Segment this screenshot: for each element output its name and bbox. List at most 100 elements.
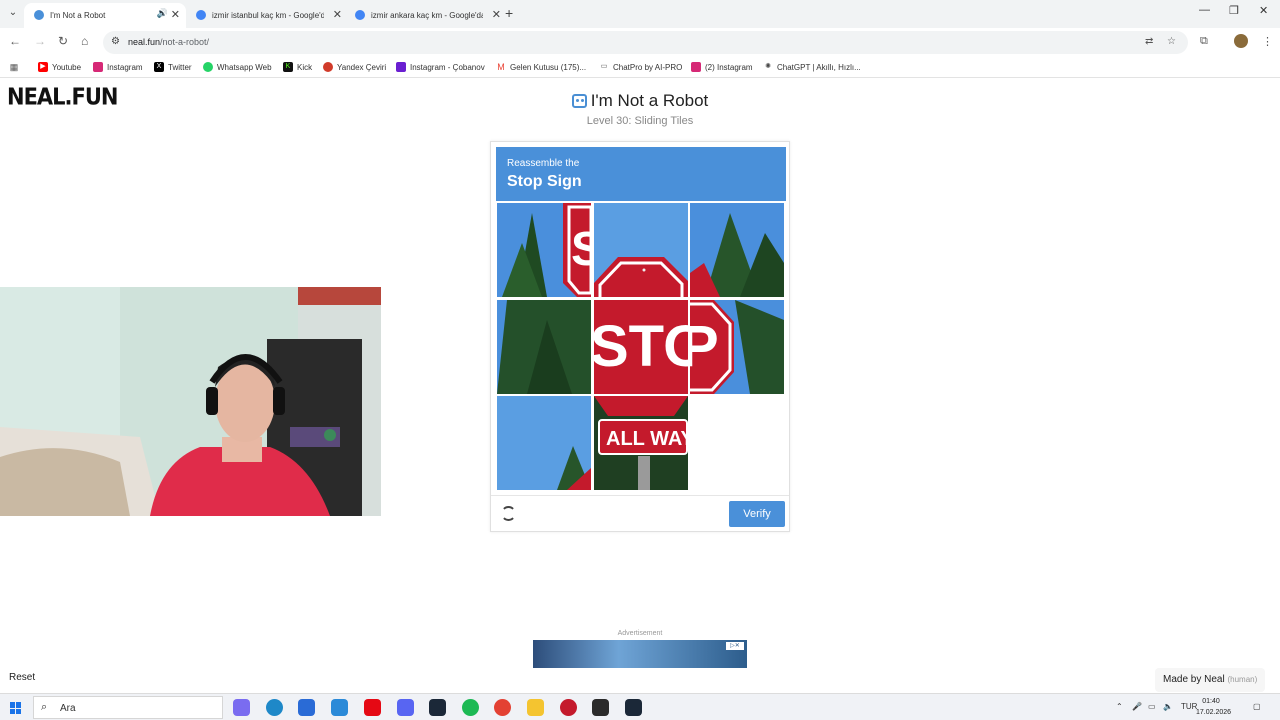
kick-icon: K bbox=[283, 62, 293, 72]
tile-6[interactable]: P bbox=[690, 300, 784, 394]
tile-1[interactable]: S bbox=[497, 203, 591, 297]
network-icon[interactable]: ▭ bbox=[1148, 702, 1156, 711]
bookmark-instagram-2[interactable]: (2) Instagram bbox=[691, 62, 753, 72]
svg-text:S: S bbox=[571, 223, 591, 276]
sliding-tile-grid: S STO P ALL WAY bbox=[497, 203, 785, 491]
bookmark-whatsapp[interactable]: Whatsapp Web bbox=[203, 62, 272, 72]
close-icon[interactable]: ✕ bbox=[171, 8, 180, 21]
tile-2[interactable] bbox=[594, 203, 688, 297]
webcam-image bbox=[0, 287, 381, 516]
copilot-icon[interactable] bbox=[233, 699, 250, 716]
bookmark-icon bbox=[396, 62, 406, 72]
system-clock[interactable]: 01:40 17.02.2026 bbox=[1196, 696, 1231, 718]
bookmark-twitter[interactable]: X Twitter bbox=[154, 62, 192, 72]
taskbar-search-input[interactable]: ⌕ Ara bbox=[33, 696, 223, 719]
stop-text-part: STO bbox=[594, 314, 688, 379]
tab-title: I'm Not a Robot bbox=[50, 11, 106, 20]
google-icon bbox=[355, 10, 365, 20]
advertisement-label: Advertisement bbox=[617, 630, 663, 637]
browser-toolbar: ← → ↻ ⌂ ⚙ neal.fun/not-a-robot/ ⇄ ☆ ⧉ ⋮ bbox=[0, 28, 1280, 56]
back-arrow-icon[interactable]: ← bbox=[9, 34, 21, 48]
file-explorer-icon[interactable] bbox=[527, 699, 544, 716]
windows-start-icon[interactable] bbox=[10, 702, 22, 714]
tray-chevron-icon[interactable]: ⌃ bbox=[1116, 702, 1123, 711]
refresh-icon[interactable] bbox=[501, 506, 516, 521]
address-bar[interactable]: ⚙ neal.fun/not-a-robot/ ⇄ ☆ bbox=[103, 31, 1188, 54]
captcha-target: Stop Sign bbox=[507, 173, 582, 190]
level-subtitle: Level 30: Sliding Tiles bbox=[586, 115, 694, 127]
close-icon[interactable]: ✕ bbox=[333, 8, 342, 21]
close-icon[interactable]: ✕ bbox=[492, 8, 501, 21]
captcha-widget: Reassemble the Stop Sign S STO P ALL WAY… bbox=[490, 141, 790, 532]
bookmark-yandex[interactable]: Yandex Çeviri bbox=[323, 62, 386, 72]
tile-5[interactable]: STO bbox=[594, 300, 688, 394]
steam-icon[interactable] bbox=[429, 699, 446, 716]
tab-search-icon[interactable]: ⌄ bbox=[6, 6, 20, 20]
captcha-instruction: Reassemble the bbox=[507, 158, 580, 169]
volume-icon[interactable]: 🔈 bbox=[1163, 702, 1173, 711]
restore-icon[interactable]: ❐ bbox=[1229, 4, 1239, 17]
notification-icon[interactable]: ▢ bbox=[1253, 702, 1261, 711]
reload-icon[interactable]: ↻ bbox=[58, 34, 68, 48]
netflix-icon[interactable] bbox=[364, 699, 381, 716]
bookmark-youtube[interactable]: ▶ Youtube bbox=[38, 62, 81, 72]
bookmark-gmail[interactable]: M Gelen Kutusu (175)... bbox=[496, 62, 586, 72]
reset-button[interactable]: Reset bbox=[9, 672, 35, 683]
apps-grid-icon[interactable]: ▦ bbox=[9, 62, 23, 72]
edge-icon[interactable] bbox=[266, 699, 283, 716]
allway-text: ALL WAY bbox=[606, 428, 688, 450]
webcam-overlay bbox=[0, 287, 381, 516]
svg-text:P: P bbox=[690, 314, 719, 379]
search-placeholder: Ara bbox=[60, 703, 76, 714]
made-by-badge[interactable]: Made by Neal (human) bbox=[1155, 668, 1266, 692]
extensions-icon[interactable]: ⧉ bbox=[1200, 35, 1208, 48]
url-text[interactable]: neal.fun/not-a-robot/ bbox=[128, 37, 209, 47]
bookmark-chatgpt[interactable]: ✺ ChatGPT | Akıllı, Hızlı... bbox=[763, 62, 861, 72]
page-heading: I'm Not a Robot bbox=[0, 91, 1280, 113]
speaker-icon[interactable]: 🔊 bbox=[157, 8, 168, 19]
discord-icon[interactable] bbox=[397, 699, 414, 716]
mail-icon[interactable] bbox=[331, 699, 348, 716]
steam-icon[interactable] bbox=[625, 699, 642, 716]
menu-dots-icon[interactable]: ⋮ bbox=[1262, 35, 1273, 48]
bookmark-instagram[interactable]: Instagram bbox=[93, 62, 143, 72]
page-title: I'm Not a Robot bbox=[590, 91, 709, 110]
tab-strip: ⌄ I'm Not a Robot 🔊 ✕ izmir istanbul kaç… bbox=[0, 0, 1280, 28]
profile-avatar[interactable] bbox=[1234, 34, 1248, 48]
microphone-icon[interactable]: 🎤 bbox=[1132, 702, 1142, 711]
site-settings-icon[interactable]: ⚙ bbox=[111, 36, 120, 47]
app-icon[interactable] bbox=[560, 699, 577, 716]
tile-7[interactable] bbox=[497, 396, 591, 490]
forward-arrow-icon[interactable]: → bbox=[34, 34, 46, 48]
spotify-icon[interactable] bbox=[462, 699, 479, 716]
ad-choices-icon[interactable]: ▷✕ bbox=[726, 642, 744, 650]
chat-icon: ▭ bbox=[599, 62, 609, 72]
tile-4[interactable] bbox=[497, 300, 591, 394]
chatgpt-icon: ✺ bbox=[763, 62, 773, 72]
bookmark-instagram-cobanov[interactable]: Instagram - Çobanov bbox=[396, 62, 485, 72]
window-close-icon[interactable]: ✕ bbox=[1259, 4, 1268, 17]
tile-8[interactable]: ALL WAY bbox=[594, 396, 688, 490]
store-icon[interactable] bbox=[298, 699, 315, 716]
translate-icon[interactable]: ⇄ bbox=[1145, 36, 1153, 47]
tile-3[interactable] bbox=[690, 203, 784, 297]
star-icon[interactable]: ☆ bbox=[1167, 36, 1176, 47]
whatsapp-icon bbox=[203, 62, 213, 72]
epic-games-icon[interactable] bbox=[592, 699, 609, 716]
bookmark-kick[interactable]: K Kick bbox=[283, 62, 312, 72]
new-tab-plus-icon[interactable]: + bbox=[505, 5, 513, 21]
language-indicator[interactable]: TUR bbox=[1181, 702, 1197, 711]
advertisement-banner[interactable]: ▷✕ bbox=[533, 640, 747, 668]
tab-not-a-robot[interactable]: I'm Not a Robot 🔊 ✕ bbox=[24, 3, 186, 28]
tab-title: izmir ankara kaç km - Google'da Ara bbox=[371, 11, 483, 20]
bookmark-chatpro[interactable]: ▭ ChatPro by AI-PRO bbox=[599, 62, 682, 72]
tab-izmir-istanbul[interactable]: izmir istanbul kaç km - Google'da Ara ✕ bbox=[186, 3, 348, 28]
instagram-icon bbox=[691, 62, 701, 72]
home-icon[interactable]: ⌂ bbox=[81, 34, 88, 48]
tab-izmir-ankara[interactable]: izmir ankara kaç km - Google'da Ara ✕ bbox=[345, 3, 507, 28]
instagram-icon bbox=[93, 62, 103, 72]
verify-button[interactable]: Verify bbox=[729, 501, 785, 527]
chrome-icon[interactable] bbox=[494, 699, 511, 716]
minimize-icon[interactable]: — bbox=[1199, 4, 1210, 16]
youtube-icon: ▶ bbox=[38, 62, 48, 72]
